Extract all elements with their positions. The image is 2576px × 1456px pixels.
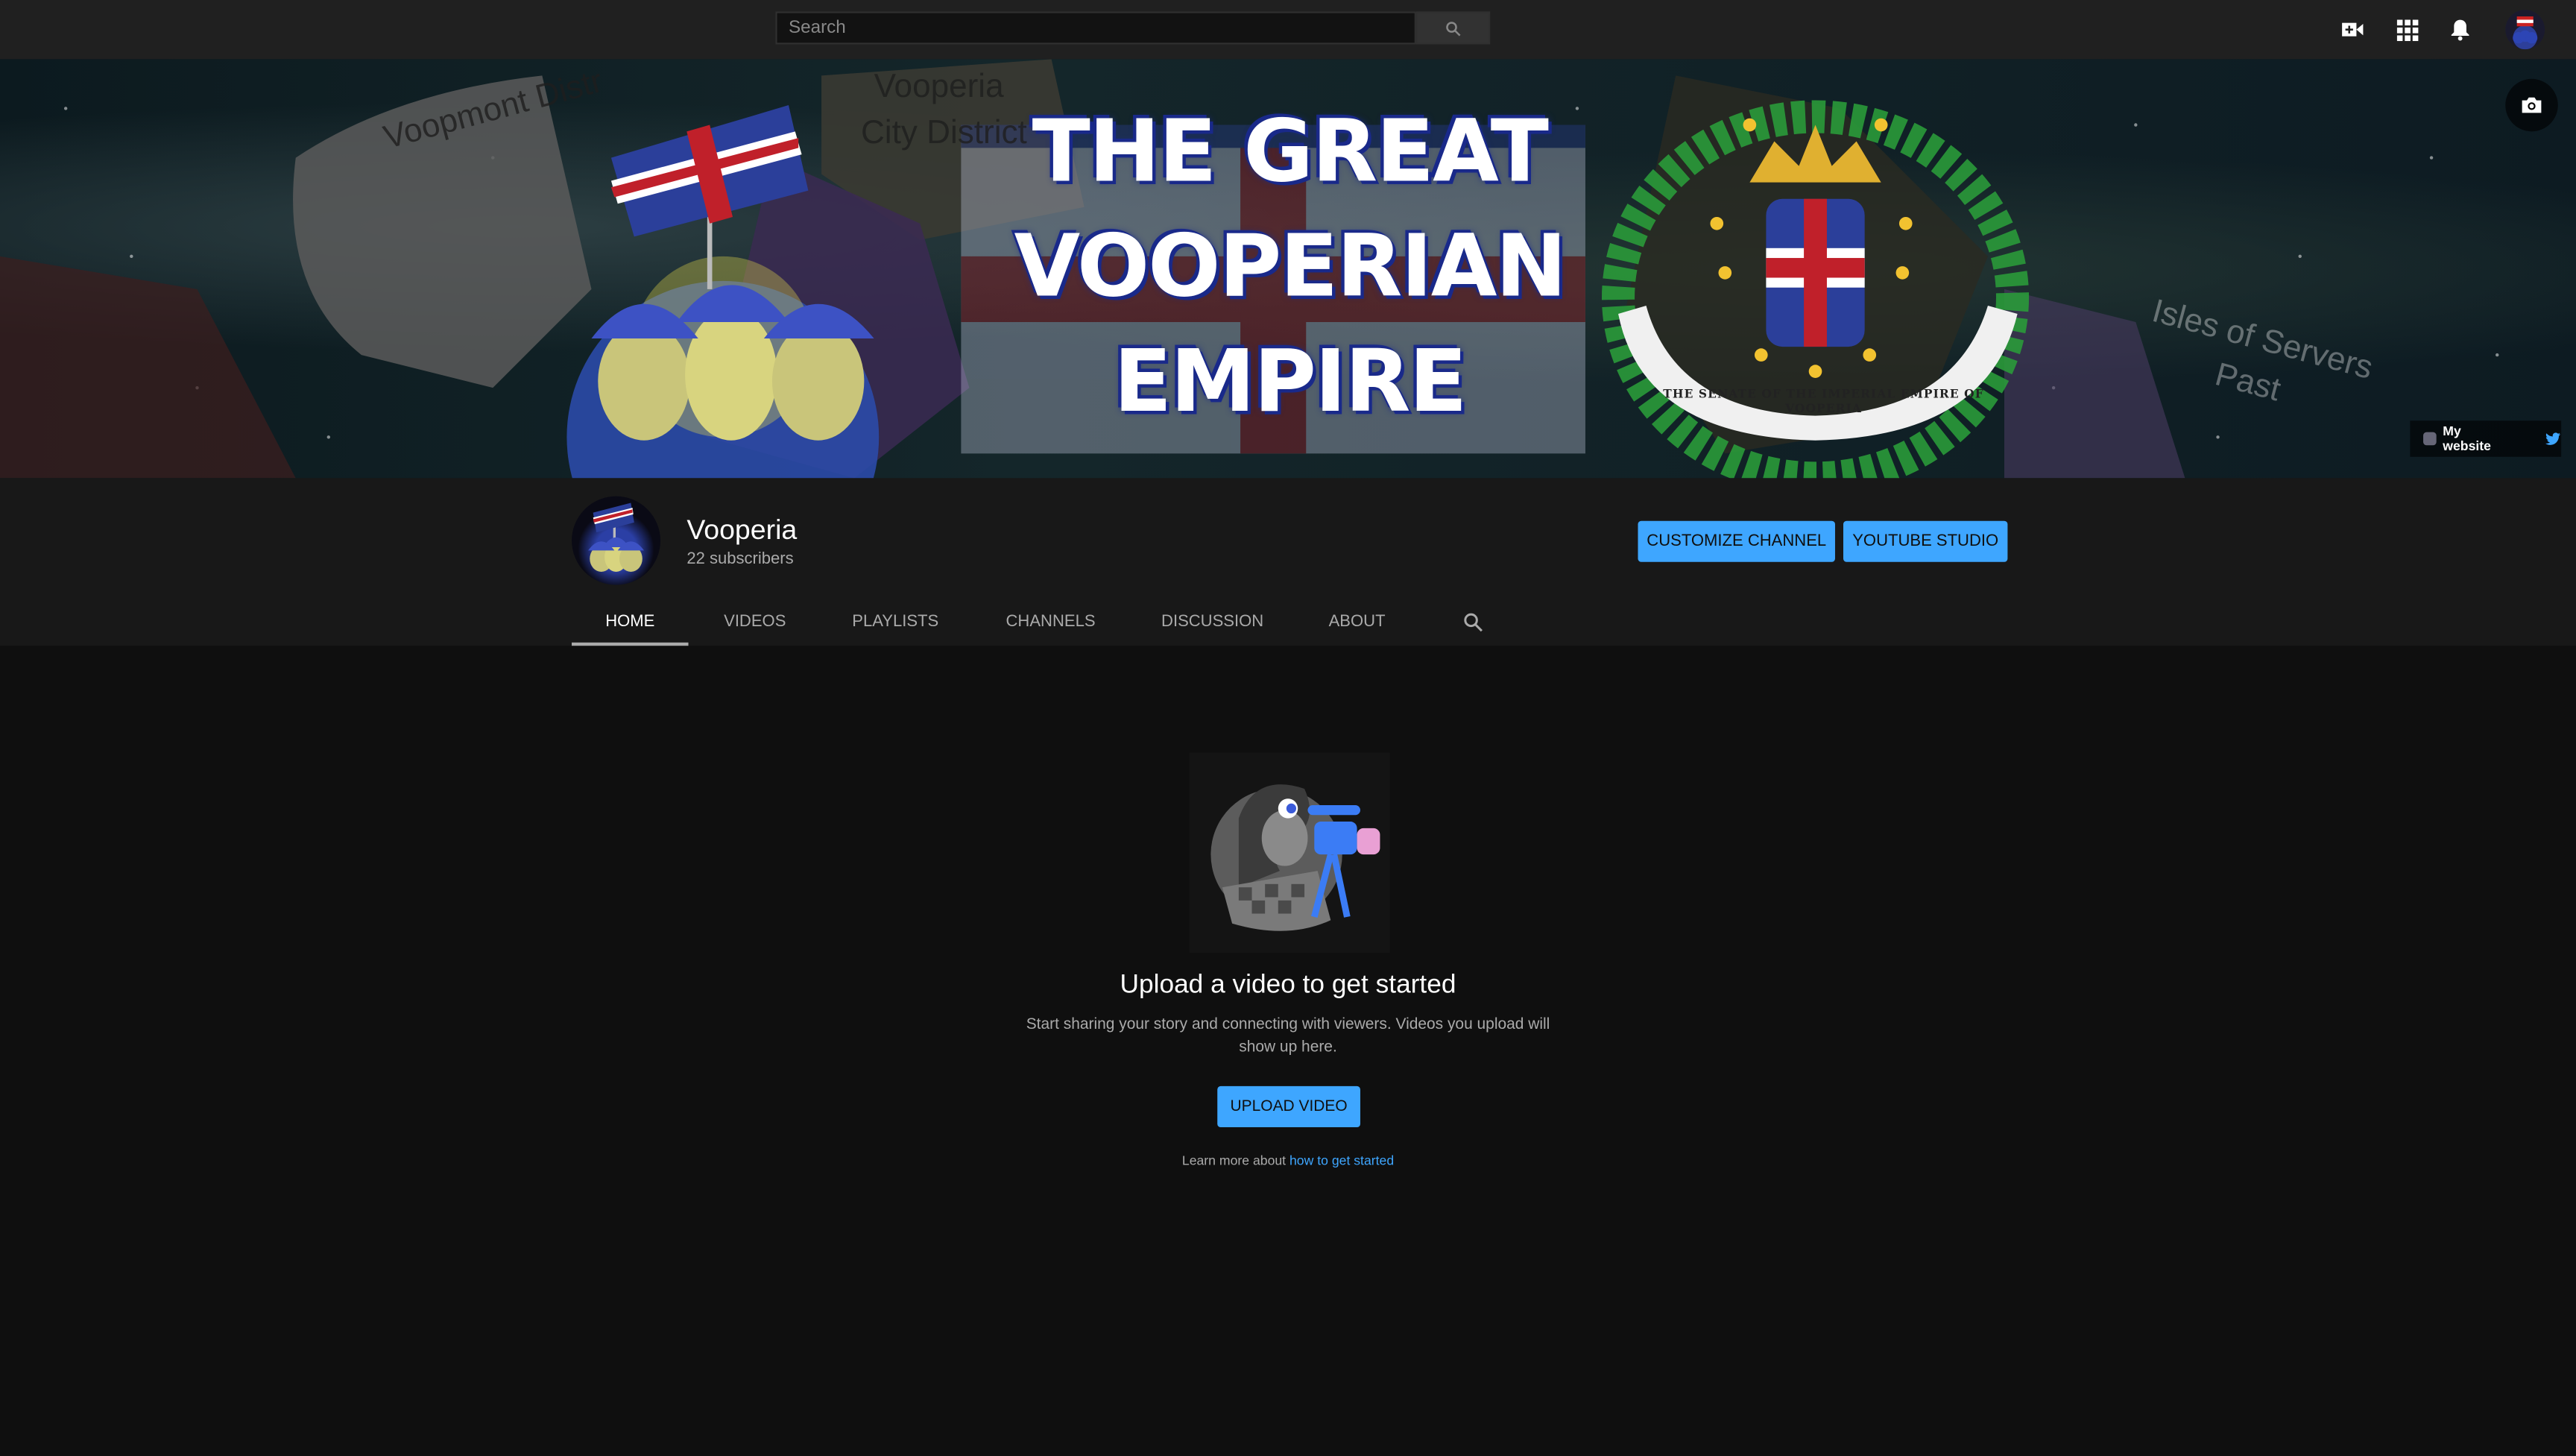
search-icon — [1463, 612, 1482, 631]
seal-text: THE SENATE OF THE IMPERIAL EMPIRE OF VOO… — [1663, 385, 1984, 416]
upload-video-button[interactable]: UPLOAD VIDEO — [1217, 1085, 1360, 1128]
youtube-studio-button[interactable]: YOUTUBE STUDIO — [1843, 520, 2008, 562]
banner-links: My website — [2410, 420, 2562, 457]
notifications-bell-icon[interactable] — [2446, 16, 2472, 42]
channel-search-button[interactable] — [1452, 599, 1491, 642]
tab-videos[interactable]: VIDEOS — [701, 599, 808, 642]
search-input[interactable]: Search — [775, 11, 1416, 45]
create-video-icon[interactable] — [2340, 16, 2366, 42]
twitter-icon[interactable] — [2545, 432, 2561, 447]
subscriber-count: 22 subscribers — [686, 550, 794, 569]
apps-grid-icon[interactable] — [2393, 16, 2419, 42]
channel-header: Vooperia 22 subscribers CUSTOMIZE CHANNE… — [0, 478, 2576, 646]
banner-title: THE GREAT VOOPERIAN EMPIRE — [985, 95, 1594, 441]
camera-icon — [2522, 97, 2542, 113]
customize-channel-button[interactable]: CUSTOMIZE CHANNEL — [1638, 520, 1835, 562]
upload-illustration — [1189, 752, 1390, 954]
how-to-get-started-link[interactable]: how to get started — [1289, 1153, 1394, 1168]
empty-state-title: Upload a video to get started — [1120, 971, 1456, 1000]
learn-more-prefix: Learn more about — [1181, 1153, 1289, 1169]
banner-title-line: THE GREAT — [1032, 103, 1549, 203]
website-favicon-icon — [2423, 432, 2437, 446]
website-link[interactable]: My website — [2443, 424, 2512, 454]
banner-title-line: EMPIRE — [1114, 333, 1468, 432]
tab-channels[interactable]: CHANNELS — [989, 599, 1112, 642]
channel-name: Vooperia — [686, 514, 798, 546]
search-button[interactable] — [1415, 11, 1491, 45]
channel-banner: Voopmont Distr Vooperia City District Is… — [0, 59, 2576, 479]
account-avatar[interactable] — [2505, 10, 2545, 50]
tab-home[interactable]: HOME — [572, 599, 689, 646]
banner-title-line: VOOPERIAN — [1014, 218, 1567, 318]
learn-more-text: Learn more about how to get started — [985, 1153, 1590, 1168]
tab-about[interactable]: ABOUT — [1314, 599, 1400, 642]
tab-playlists[interactable]: PLAYLISTS — [835, 599, 956, 642]
masthead: Search — [0, 0, 2576, 60]
edit-banner-button[interactable] — [2505, 78, 2558, 132]
map-label: Vooperia — [874, 69, 1004, 106]
tab-discussion[interactable]: DISCUSSION — [1146, 599, 1278, 642]
empty-state-description: Start sharing your story and connecting … — [1026, 1015, 1550, 1057]
search-icon — [1446, 21, 1461, 36]
channel-avatar[interactable] — [572, 496, 661, 585]
